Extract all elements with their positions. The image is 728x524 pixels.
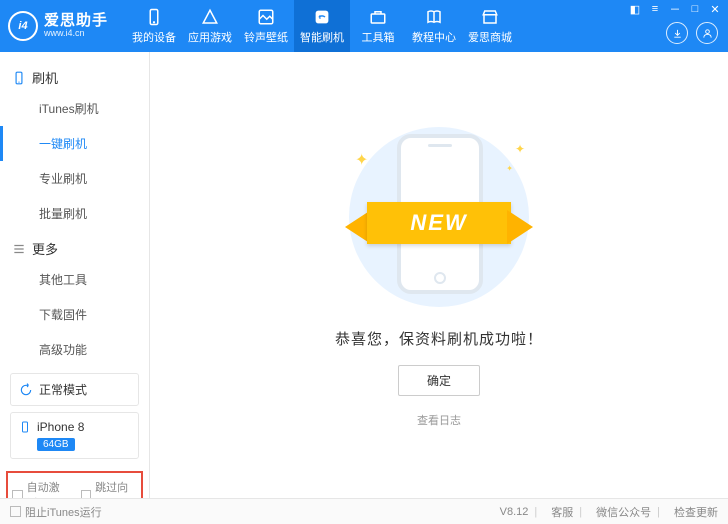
main-nav: 我的设备 应用游戏 铃声壁纸 智能刷机 工具箱 教程中心 爱思商城 bbox=[126, 0, 518, 52]
phone-icon bbox=[19, 421, 31, 433]
nav-flash[interactable]: 智能刷机 bbox=[294, 0, 350, 52]
status-label: 正常模式 bbox=[39, 381, 87, 398]
nav-mall[interactable]: 爱思商城 bbox=[462, 0, 518, 52]
device-card[interactable]: iPhone 8 64GB bbox=[10, 412, 139, 459]
chk-label: 阻止iTunes运行 bbox=[25, 504, 102, 520]
sidebar-item-itunes[interactable]: iTunes刷机 bbox=[0, 91, 149, 126]
nav-label: 工具箱 bbox=[362, 29, 395, 45]
close-button[interactable]: ✕ bbox=[706, 2, 724, 16]
cat-label: 刷机 bbox=[32, 68, 58, 87]
app-logo: i4 爱思助手 www.i4.cn bbox=[8, 11, 108, 41]
nav-label: 铃声壁纸 bbox=[244, 29, 288, 45]
check-update-link[interactable]: 检查更新 bbox=[674, 504, 718, 520]
sidebar-item-oneclick[interactable]: 一键刷机 bbox=[0, 126, 149, 161]
wallpaper-icon bbox=[257, 8, 275, 26]
star-icon: ✦ bbox=[506, 164, 513, 173]
chk-label: 跳过向导 bbox=[95, 479, 137, 498]
status-bar: 阻止iTunes运行 V8.12 | 客服 | 微信公众号 | 检查更新 bbox=[0, 498, 728, 524]
ribbon-text: NEW bbox=[367, 202, 511, 244]
confirm-button[interactable]: 确定 bbox=[398, 365, 480, 396]
download-button[interactable] bbox=[666, 22, 688, 44]
sidebar-cat-more: 更多 bbox=[0, 231, 149, 262]
storage-badge: 64GB bbox=[37, 438, 75, 451]
success-illustration: ✦ ✦ ✦ NEW bbox=[339, 122, 539, 312]
device-name: iPhone 8 bbox=[37, 420, 84, 434]
star-icon: ✦ bbox=[355, 150, 368, 170]
success-message: 恭喜您，保资料刷机成功啦！ bbox=[335, 328, 543, 349]
nav-apps[interactable]: 应用游戏 bbox=[182, 0, 238, 52]
refresh-icon bbox=[19, 383, 33, 397]
support-link[interactable]: 客服 bbox=[551, 504, 573, 520]
menu-icon bbox=[12, 242, 26, 256]
nav-label: 智能刷机 bbox=[300, 29, 344, 45]
sidebar-item-pro[interactable]: 专业刷机 bbox=[0, 161, 149, 196]
nav-tools[interactable]: 工具箱 bbox=[350, 0, 406, 52]
sidebar: 刷机 iTunes刷机 一键刷机 专业刷机 批量刷机 更多 其他工具 下载固件 … bbox=[0, 52, 150, 498]
store-icon bbox=[481, 8, 499, 26]
logo-text: 爱思助手 www.i4.cn bbox=[44, 13, 108, 39]
sidebar-item-download[interactable]: 下载固件 bbox=[0, 297, 149, 332]
wechat-link[interactable]: 微信公众号 bbox=[596, 504, 651, 520]
minimize-button[interactable]: － bbox=[666, 2, 684, 16]
window-controls: ◧ ≡ － □ ✕ bbox=[626, 2, 724, 16]
new-ribbon: NEW bbox=[339, 202, 539, 252]
nav-my-device[interactable]: 我的设备 bbox=[126, 0, 182, 52]
highlighted-options: 自动激活 跳过向导 bbox=[6, 471, 143, 498]
auto-activate-checkbox[interactable]: 自动激活 bbox=[12, 479, 69, 498]
menu-icon[interactable]: ≡ bbox=[646, 2, 664, 16]
app-name: 爱思助手 bbox=[44, 13, 108, 30]
phone-icon bbox=[12, 71, 26, 85]
star-icon: ✦ bbox=[515, 142, 525, 156]
content-pane: ✦ ✦ ✦ NEW 恭喜您，保资料刷机成功啦！ 确定 查看日志 bbox=[150, 52, 728, 498]
nav-label: 我的设备 bbox=[132, 29, 176, 45]
view-log-link[interactable]: 查看日志 bbox=[417, 412, 461, 428]
sidebar-item-other[interactable]: 其他工具 bbox=[0, 262, 149, 297]
device-icon bbox=[145, 8, 163, 26]
nav-label: 应用游戏 bbox=[188, 29, 232, 45]
sidebar-item-advanced[interactable]: 高级功能 bbox=[0, 332, 149, 367]
nav-ringtones[interactable]: 铃声壁纸 bbox=[238, 0, 294, 52]
flash-icon bbox=[313, 8, 331, 26]
shirt-icon[interactable]: ◧ bbox=[626, 2, 644, 16]
sidebar-cat-flash: 刷机 bbox=[0, 60, 149, 91]
chk-label: 自动激活 bbox=[27, 479, 69, 498]
block-itunes-checkbox[interactable]: 阻止iTunes运行 bbox=[10, 504, 102, 520]
device-mode-status[interactable]: 正常模式 bbox=[10, 373, 139, 406]
skip-wizard-checkbox[interactable]: 跳过向导 bbox=[81, 479, 138, 498]
nav-tutorial[interactable]: 教程中心 bbox=[406, 0, 462, 52]
user-button[interactable] bbox=[696, 22, 718, 44]
nav-label: 教程中心 bbox=[412, 29, 456, 45]
cat-label: 更多 bbox=[32, 239, 58, 258]
nav-label: 爱思商城 bbox=[468, 29, 512, 45]
toolbox-icon bbox=[369, 8, 387, 26]
maximize-button[interactable]: □ bbox=[686, 2, 704, 16]
book-icon bbox=[425, 8, 443, 26]
app-header: i4 爱思助手 www.i4.cn 我的设备 应用游戏 铃声壁纸 智能刷机 工具… bbox=[0, 0, 728, 52]
sidebar-item-batch[interactable]: 批量刷机 bbox=[0, 196, 149, 231]
app-url: www.i4.cn bbox=[44, 29, 108, 39]
apps-icon bbox=[201, 8, 219, 26]
header-extra bbox=[666, 22, 718, 44]
main-area: 刷机 iTunes刷机 一键刷机 专业刷机 批量刷机 更多 其他工具 下载固件 … bbox=[0, 52, 728, 498]
version-label: V8.12 bbox=[500, 506, 529, 518]
logo-icon: i4 bbox=[8, 11, 38, 41]
